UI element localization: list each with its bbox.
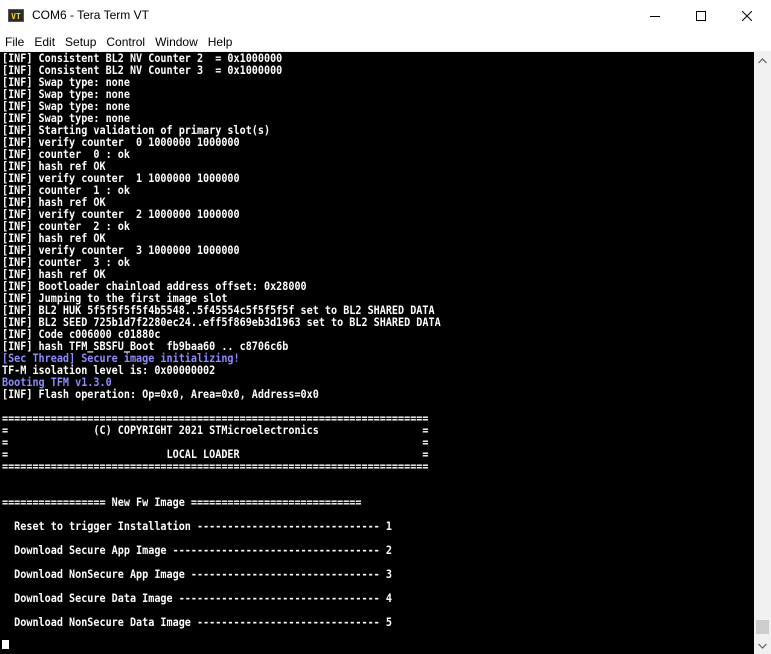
chevron-up-icon bbox=[758, 57, 767, 63]
minimize-button[interactable] bbox=[632, 0, 678, 31]
terminal-line: Download Secure Data Image -------------… bbox=[2, 591, 392, 605]
close-button[interactable] bbox=[724, 0, 770, 31]
terminal-line: [INF] Flash operation: Op=0x0, Area=0x0,… bbox=[2, 387, 319, 401]
window-title: COM6 - Tera Term VT bbox=[32, 8, 149, 22]
tera-term-app-icon[interactable]: VT bbox=[8, 9, 24, 22]
menu-file[interactable]: File bbox=[0, 32, 29, 52]
terminal-output[interactable]: [INF] Consistent BL2 NV Counter 2 = 0x10… bbox=[0, 52, 754, 654]
scroll-up-arrow[interactable] bbox=[754, 52, 771, 69]
menu-setup[interactable]: Setup bbox=[60, 32, 101, 52]
maximize-icon bbox=[696, 10, 706, 21]
title-bar: VT COM6 - Tera Term VT bbox=[0, 0, 771, 31]
menu-edit[interactable]: Edit bbox=[29, 32, 60, 52]
chevron-down-icon bbox=[758, 643, 767, 649]
menu-window[interactable]: Window bbox=[150, 32, 203, 52]
terminal-line: ========================================… bbox=[2, 459, 429, 473]
scroll-thumb[interactable] bbox=[756, 620, 769, 634]
terminal-line: Download NonSecure Data Image ----------… bbox=[2, 615, 392, 629]
minimize-icon bbox=[650, 15, 660, 17]
terminal-lines: [INF] Consistent BL2 NV Counter 2 = 0x10… bbox=[2, 52, 441, 628]
terminal-line: Reset to trigger Installation ----------… bbox=[2, 519, 392, 533]
terminal-line: Download Secure App Image --------------… bbox=[2, 543, 392, 557]
maximize-button[interactable] bbox=[678, 0, 724, 31]
text-cursor bbox=[2, 640, 9, 649]
terminal-line: ================= New Fw Image =========… bbox=[2, 495, 362, 509]
terminal-line: Download NonSecure App Image -----------… bbox=[2, 567, 392, 581]
menu-help[interactable]: Help bbox=[203, 32, 238, 52]
scroll-down-arrow[interactable] bbox=[754, 637, 771, 654]
menu-control[interactable]: Control bbox=[101, 32, 150, 52]
menu-bar: File Edit Setup Control Window Help bbox=[0, 31, 771, 52]
vertical-scrollbar[interactable] bbox=[754, 52, 771, 654]
close-icon bbox=[742, 10, 752, 21]
